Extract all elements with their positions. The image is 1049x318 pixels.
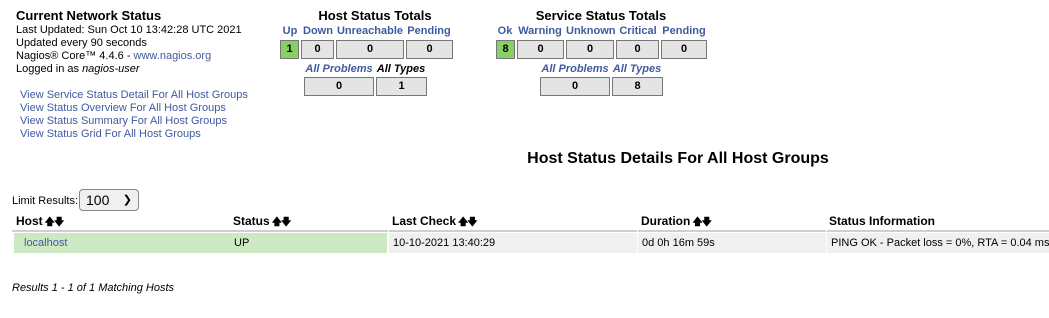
host-up-label[interactable]: Up: [280, 25, 300, 37]
logged-in-label: Logged in as: [16, 63, 83, 75]
sort-arrows-icon[interactable]: 🡅🡇: [458, 217, 478, 228]
link-status-grid[interactable]: View Status Grid For All Host Groups: [20, 128, 201, 141]
limit-results-label: Limit Results:: [12, 195, 79, 207]
logged-in-user: nagios-user: [82, 63, 140, 75]
service-all-problems-label[interactable]: All Problems: [540, 63, 610, 75]
service-pending-label[interactable]: Pending: [661, 25, 707, 37]
header-divider: [12, 230, 230, 232]
host-link[interactable]: localhost: [18, 237, 67, 249]
service-all-types-label[interactable]: All Types: [612, 63, 662, 75]
host-all-problems-label[interactable]: All Problems: [304, 63, 374, 75]
header-divider: [827, 230, 1049, 232]
service-all-problems-count[interactable]: 0: [540, 77, 610, 96]
host-up-count[interactable]: 1: [280, 40, 299, 59]
service-pending-count[interactable]: 0: [661, 40, 707, 59]
link-status-overview[interactable]: View Status Overview For All Host Groups: [20, 102, 226, 115]
header-divider: [638, 230, 826, 232]
host-unreachable-count[interactable]: 0: [336, 40, 404, 59]
host-pending-label[interactable]: Pending: [405, 25, 453, 37]
service-totals-title: Service Status Totals: [535, 8, 667, 23]
results-count-text: Results 1 - 1 of 1 Matching Hosts: [12, 282, 175, 294]
version-text: Nagios® Core™ 4.4.6 -: [16, 50, 134, 62]
header-divider: [230, 230, 388, 232]
table-row-last-check-cell: 10-10-2021 13:40:29: [389, 233, 637, 253]
sort-arrows-icon[interactable]: 🡅🡇: [45, 217, 65, 228]
sort-arrows-icon[interactable]: 🡅🡇: [692, 217, 712, 228]
service-critical-count[interactable]: 0: [616, 40, 659, 59]
host-all-problems-count[interactable]: 0: [304, 77, 374, 96]
host-all-types-count[interactable]: 1: [376, 77, 427, 96]
sort-arrows-icon[interactable]: 🡅🡇: [272, 217, 292, 228]
service-ok-label[interactable]: Ok: [495, 25, 515, 37]
nagios-site-link[interactable]: www.nagios.org: [134, 50, 212, 62]
service-all-types-count[interactable]: 8: [612, 77, 663, 96]
link-status-summary[interactable]: View Status Summary For All Host Groups: [20, 115, 227, 128]
service-critical-label[interactable]: Critical: [616, 25, 660, 37]
host-down-count[interactable]: 0: [301, 40, 334, 59]
host-pending-count[interactable]: 0: [406, 40, 453, 59]
host-all-types-label[interactable]: All Types: [376, 63, 426, 75]
service-ok-count[interactable]: 8: [496, 40, 515, 59]
page-title: Current Network Status: [16, 8, 162, 23]
header-divider: [389, 230, 637, 232]
last-updated-text: Last Updated: Sun Oct 10 13:42:28 UTC 20…: [16, 24, 242, 36]
column-last-check-label: Last Check: [392, 214, 457, 228]
table-row-duration-cell: 0d 0h 16m 59s: [638, 233, 826, 253]
host-unreachable-label[interactable]: Unreachable: [336, 25, 404, 37]
service-warning-label[interactable]: Warning: [516, 25, 564, 37]
host-status-details-title: Host Status Details For All Host Groups: [527, 150, 829, 167]
host-totals-title: Host Status Totals: [318, 8, 432, 23]
service-unknown-label[interactable]: Unknown: [566, 25, 616, 37]
host-down-label[interactable]: Down: [301, 25, 335, 37]
table-row-status-info-cell: PING OK - Packet loss = 0%, RTA = 0.04 m…: [827, 233, 1049, 253]
column-duration-label: Duration: [641, 214, 691, 228]
link-service-status-detail[interactable]: View Service Status Detail For All Host …: [20, 89, 248, 102]
logged-in-line: Logged in as nagios-user: [16, 63, 140, 76]
update-interval-text: Updated every 90 seconds: [16, 37, 147, 49]
limit-results-value: 100: [86, 192, 110, 208]
column-status-label: Status: [233, 214, 270, 228]
version-line: Nagios® Core™ 4.4.6 - www.nagios.org: [16, 50, 211, 63]
chevron-down-icon: ❯: [122, 194, 132, 206]
service-unknown-count[interactable]: 0: [566, 40, 614, 59]
limit-results-select[interactable]: 100 ❯: [79, 189, 139, 211]
service-warning-count[interactable]: 0: [517, 40, 564, 59]
column-header-status-information: Status Information: [829, 214, 936, 228]
table-row-status-cell: UP: [230, 233, 387, 253]
column-host-label: Host: [16, 214, 43, 228]
